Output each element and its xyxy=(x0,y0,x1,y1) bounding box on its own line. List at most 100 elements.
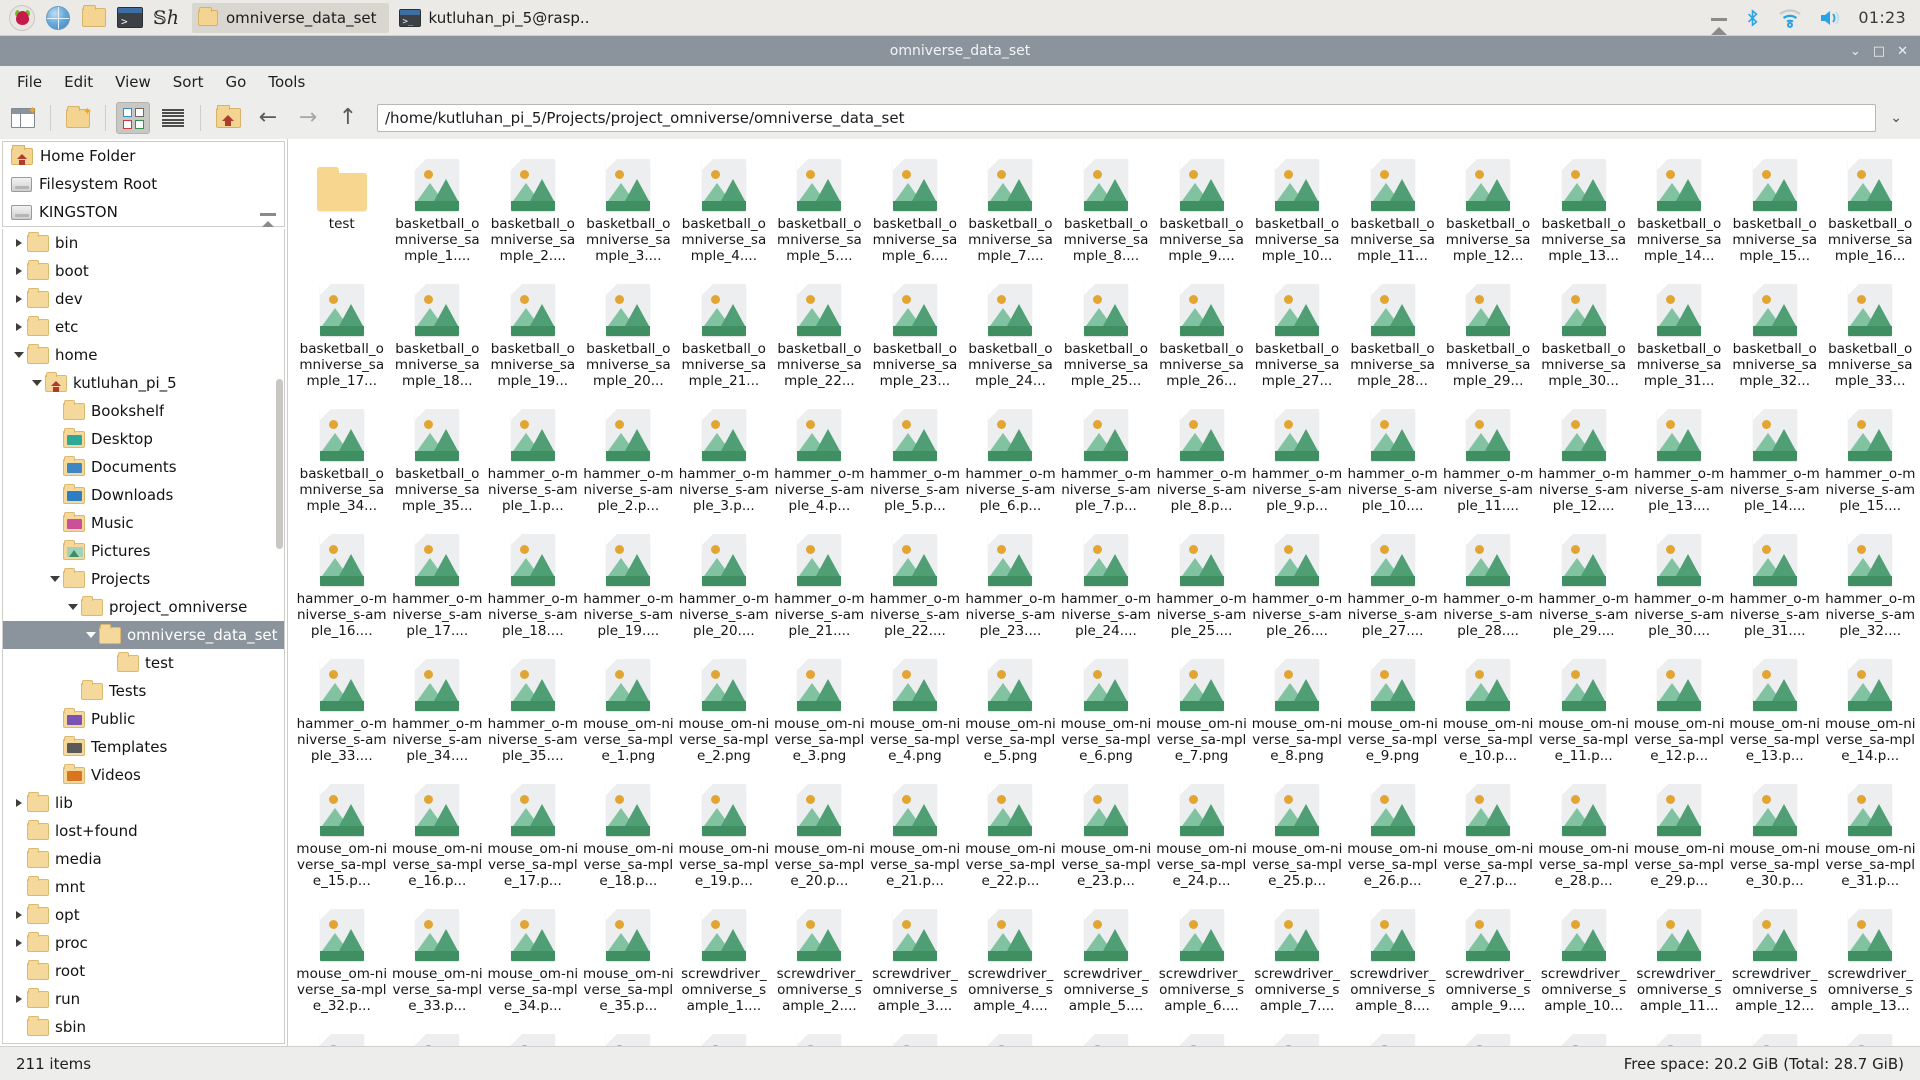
sidebar-place-home-folder[interactable]: Home Folder xyxy=(3,142,284,170)
chevron-down-icon[interactable]: ⌄ xyxy=(1882,110,1912,126)
file-grid-item[interactable]: hammer_o-mniverse_s-ample_22.... xyxy=(867,524,963,649)
file-grid-item[interactable] xyxy=(1249,1024,1345,1046)
volume-icon[interactable] xyxy=(1818,8,1842,28)
file-grid-item[interactable]: basketball_omniverse_sample_8.... xyxy=(1058,149,1154,274)
new-window-button[interactable]: ✦ xyxy=(6,102,40,134)
file-grid-item[interactable]: mouse_om-niverse_sa-mple_17.p... xyxy=(485,774,581,899)
tree-item-root[interactable]: root xyxy=(3,957,284,985)
file-manager-icon[interactable] xyxy=(79,3,109,33)
file-list-view[interactable]: test basketball_omniverse_sample_1.... bas… xyxy=(288,139,1920,1046)
file-grid-item[interactable]: basketball_omniverse_sample_26... xyxy=(1154,274,1250,399)
file-grid-item[interactable]: basketball_omniverse_sample_13... xyxy=(1536,149,1632,274)
file-grid-item[interactable]: hammer_o-mniverse_s-ample_4.p... xyxy=(772,399,868,524)
file-grid-item[interactable]: screwdriver_omniverse_sample_11... xyxy=(1631,899,1727,1024)
file-grid-item[interactable] xyxy=(1727,1024,1823,1046)
file-grid-item[interactable]: basketball_omniverse_sample_17... xyxy=(294,274,390,399)
menu-sort[interactable]: Sort xyxy=(164,70,213,94)
eject-icon[interactable] xyxy=(1711,8,1728,35)
tree-item-boot[interactable]: boot xyxy=(3,257,284,285)
file-grid-item[interactable]: basketball_omniverse_sample_18... xyxy=(390,274,486,399)
maximize-button[interactable]: □ xyxy=(1873,45,1885,58)
home-button[interactable] xyxy=(211,102,245,134)
file-grid-item[interactable]: hammer_o-mniverse_s-ample_12.... xyxy=(1536,399,1632,524)
file-grid-item[interactable]: basketball_omniverse_sample_27... xyxy=(1249,274,1345,399)
tree-item-mnt[interactable]: mnt xyxy=(3,873,284,901)
file-grid-item[interactable]: basketball_omniverse_sample_15... xyxy=(1727,149,1823,274)
file-grid-item[interactable] xyxy=(1154,1024,1250,1046)
file-grid-item[interactable]: basketball_omniverse_sample_29... xyxy=(1440,274,1536,399)
file-grid-item[interactable]: hammer_o-mniverse_s-ample_13.... xyxy=(1631,399,1727,524)
sidebar-place-kingston[interactable]: KINGSTON xyxy=(3,198,284,227)
file-grid-item[interactable]: mouse_om-niverse_sa-mple_12.p... xyxy=(1631,649,1727,774)
file-grid-item[interactable]: basketball_omniverse_sample_14... xyxy=(1631,149,1727,274)
tree-item-lib[interactable]: lib xyxy=(3,789,284,817)
tree-item-tests[interactable]: Tests xyxy=(3,677,284,705)
chevron-right-icon[interactable] xyxy=(11,911,27,919)
file-grid-item[interactable]: hammer_o-mniverse_s-ample_28.... xyxy=(1440,524,1536,649)
bluetooth-icon[interactable] xyxy=(1743,7,1762,29)
file-grid-item[interactable] xyxy=(294,1024,390,1046)
raspberry-menu-icon[interactable] xyxy=(7,3,37,33)
icon-view-button[interactable] xyxy=(116,102,150,134)
file-grid-item[interactable]: hammer_o-mniverse_s-ample_29.... xyxy=(1536,524,1632,649)
file-grid-item[interactable]: mouse_om-niverse_sa-mple_26.p... xyxy=(1345,774,1441,899)
file-grid-item[interactable]: hammer_o-mniverse_s-ample_27.... xyxy=(1345,524,1441,649)
tree-item-videos[interactable]: Videos xyxy=(3,761,284,789)
file-grid-item[interactable]: basketball_omniverse_sample_30... xyxy=(1536,274,1632,399)
file-grid-item[interactable]: mouse_om-niverse_sa-mple_35.p... xyxy=(581,899,677,1024)
file-grid-item[interactable]: hammer_o-mniverse_s-ample_19.... xyxy=(581,524,677,649)
tree-item-bin[interactable]: bin xyxy=(3,229,284,257)
file-grid-item[interactable]: hammer_o-mniverse_s-ample_9.p... xyxy=(1249,399,1345,524)
file-grid-item[interactable]: screwdriver_omniverse_sample_2.... xyxy=(772,899,868,1024)
file-grid-item[interactable]: mouse_om-niverse_sa-mple_20.p... xyxy=(772,774,868,899)
file-grid-item[interactable]: basketball_omniverse_sample_23... xyxy=(867,274,963,399)
back-button[interactable]: ← xyxy=(251,102,285,134)
file-grid-item[interactable]: hammer_o-mniverse_s-ample_3.p... xyxy=(676,399,772,524)
file-grid-item[interactable]: basketball_omniverse_sample_7.... xyxy=(963,149,1059,274)
chevron-right-icon[interactable] xyxy=(11,799,27,807)
file-grid-item[interactable]: basketball_omniverse_sample_21... xyxy=(676,274,772,399)
tree-item-project-omniverse[interactable]: project_omniverse xyxy=(3,593,284,621)
file-grid-item[interactable]: hammer_o-mniverse_s-ample_16.... xyxy=(294,524,390,649)
file-grid-item[interactable]: basketball_omniverse_sample_16... xyxy=(1822,149,1918,274)
tree-item-lost-found[interactable]: lost+found xyxy=(3,817,284,845)
sidebar-scrollbar[interactable] xyxy=(275,229,284,1043)
file-grid-item[interactable] xyxy=(963,1024,1059,1046)
tree-item-sbin[interactable]: sbin xyxy=(3,1013,284,1041)
file-grid-item[interactable]: hammer_o-mniverse_s-ample_24.... xyxy=(1058,524,1154,649)
menu-go[interactable]: Go xyxy=(217,70,256,94)
file-grid-item[interactable]: screwdriver_omniverse_sample_7.... xyxy=(1249,899,1345,1024)
file-grid-item[interactable]: basketball_omniverse_sample_1.... xyxy=(390,149,486,274)
file-grid-item[interactable]: basketball_omniverse_sample_25... xyxy=(1058,274,1154,399)
tree-item-media[interactable]: media xyxy=(3,845,284,873)
file-grid-item[interactable]: mouse_om-niverse_sa-mple_16.p... xyxy=(390,774,486,899)
chevron-right-icon[interactable] xyxy=(11,295,27,303)
tree-item-etc[interactable]: etc xyxy=(3,313,284,341)
file-grid-item[interactable]: mouse_om-niverse_sa-mple_24.p... xyxy=(1154,774,1250,899)
chevron-down-icon[interactable] xyxy=(11,352,27,358)
tree-item-omniverse-data-set[interactable]: omniverse_data_set xyxy=(3,621,284,649)
forward-button[interactable]: → xyxy=(291,102,325,134)
file-grid-item[interactable] xyxy=(676,1024,772,1046)
file-grid-item[interactable]: mouse_om-niverse_sa-mple_34.p... xyxy=(485,899,581,1024)
chevron-down-icon[interactable] xyxy=(83,632,99,638)
tree-item-templates[interactable]: Templates xyxy=(3,733,284,761)
file-grid-item[interactable]: hammer_o-mniverse_s-ample_30.... xyxy=(1631,524,1727,649)
file-grid-item[interactable]: mouse_om-niverse_sa-mple_33.p... xyxy=(390,899,486,1024)
file-grid-item[interactable]: mouse_om-niverse_sa-mple_7.png xyxy=(1154,649,1250,774)
file-grid-item[interactable]: mouse_om-niverse_sa-mple_11.p... xyxy=(1536,649,1632,774)
file-grid-item[interactable]: basketball_omniverse_sample_32... xyxy=(1727,274,1823,399)
file-grid-item[interactable]: basketball_omniverse_sample_11... xyxy=(1345,149,1441,274)
file-grid-item[interactable]: hammer_o-mniverse_s-ample_32.... xyxy=(1822,524,1918,649)
file-grid-item[interactable]: basketball_omniverse_sample_33... xyxy=(1822,274,1918,399)
file-grid-item[interactable]: mouse_om-niverse_sa-mple_2.png xyxy=(676,649,772,774)
file-grid-item[interactable]: hammer_o-mniverse_s-ample_1.p... xyxy=(485,399,581,524)
file-grid-item[interactable]: hammer_o-mniverse_s-ample_15.... xyxy=(1822,399,1918,524)
file-grid-item[interactable]: mouse_om-niverse_sa-mple_4.png xyxy=(867,649,963,774)
file-grid-item[interactable]: screwdriver_omniverse_sample_12... xyxy=(1727,899,1823,1024)
file-grid-item[interactable]: basketball_omniverse_sample_19... xyxy=(485,274,581,399)
up-button[interactable]: ↑ xyxy=(331,102,365,134)
file-grid-item[interactable]: mouse_om-niverse_sa-mple_25.p... xyxy=(1249,774,1345,899)
file-grid-item[interactable]: basketball_omniverse_sample_12... xyxy=(1440,149,1536,274)
web-browser-icon[interactable] xyxy=(43,3,73,33)
